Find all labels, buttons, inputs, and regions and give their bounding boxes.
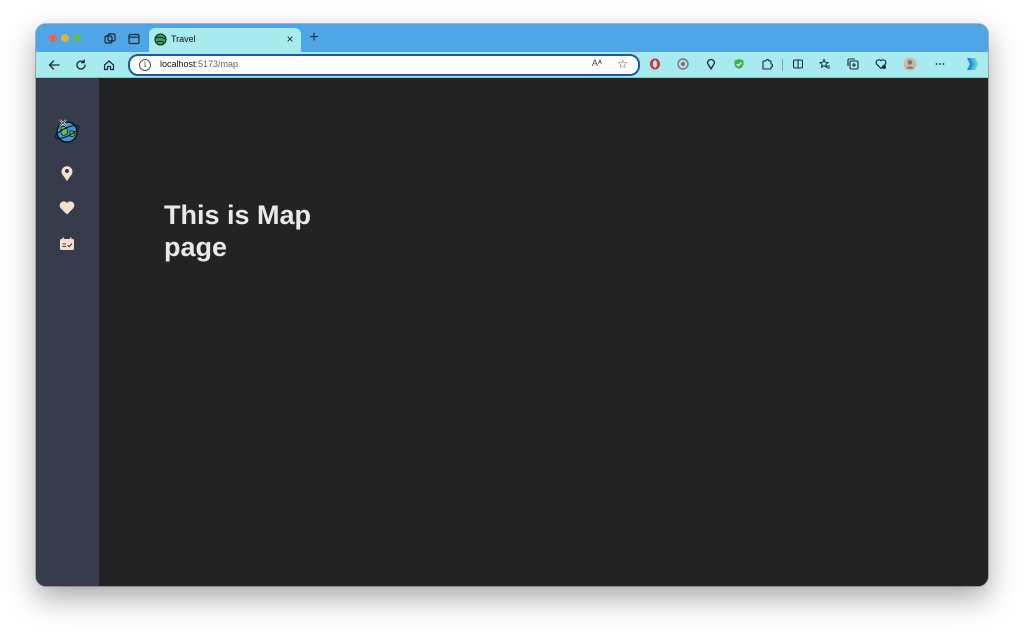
window-close-button[interactable]	[49, 34, 57, 42]
toolbar-divider	[782, 59, 783, 71]
tab-title: Travel	[171, 34, 196, 44]
page-content: This is Map page	[36, 78, 988, 586]
read-aloud-icon[interactable]: Aᴬ	[592, 58, 602, 68]
tab-close-icon[interactable]: ×	[283, 32, 297, 46]
profile-avatar[interactable]	[903, 57, 917, 71]
calendar-check-icon[interactable]	[58, 235, 76, 253]
sidebar	[36, 78, 99, 586]
address-url: localhost:5173/map	[160, 59, 239, 69]
home-icon[interactable]	[100, 56, 118, 74]
favorite-star-icon[interactable]: ☆	[617, 57, 628, 71]
collections-icon[interactable]	[846, 57, 860, 71]
back-arrow-icon[interactable]	[45, 56, 63, 74]
workspaces-icon[interactable]	[102, 31, 118, 47]
more-options-icon[interactable]	[933, 57, 947, 71]
pin-extension-icon[interactable]	[704, 57, 718, 71]
tab-favicon-globe-icon	[154, 33, 167, 46]
favorites-icon[interactable]	[818, 57, 832, 71]
opera-extension-icon[interactable]	[648, 57, 662, 71]
browser-window: Travel × + i localhost:5173/map Aᴬ ☆ Thi…	[36, 24, 988, 586]
browser-essentials-heart-icon[interactable]	[874, 57, 888, 71]
tab-actions-icon[interactable]	[126, 31, 142, 47]
browser-toolbar: i localhost:5173/map Aᴬ ☆	[36, 52, 988, 78]
travel-globe-logo-icon[interactable]	[54, 118, 80, 144]
copilot-icon[interactable]	[963, 56, 979, 72]
shield-extension-icon[interactable]	[732, 57, 746, 71]
new-tab-button[interactable]: +	[306, 30, 322, 46]
extensions-puzzle-icon[interactable]	[760, 57, 774, 71]
tab-strip: Travel × +	[36, 24, 988, 52]
tab-travel[interactable]: Travel ×	[149, 28, 301, 52]
reload-icon[interactable]	[72, 56, 90, 74]
window-maximize-button[interactable]	[73, 34, 81, 42]
page-title: This is Map page	[164, 200, 312, 262]
window-minimize-button[interactable]	[61, 34, 69, 42]
map-pin-icon[interactable]	[58, 164, 76, 182]
site-info-icon[interactable]: i	[139, 59, 151, 71]
address-bar[interactable]: i localhost:5173/map Aᴬ ☆	[128, 54, 640, 76]
split-screen-icon[interactable]	[791, 57, 805, 71]
heart-icon[interactable]	[58, 199, 76, 217]
grammar-extension-icon[interactable]	[676, 57, 690, 71]
